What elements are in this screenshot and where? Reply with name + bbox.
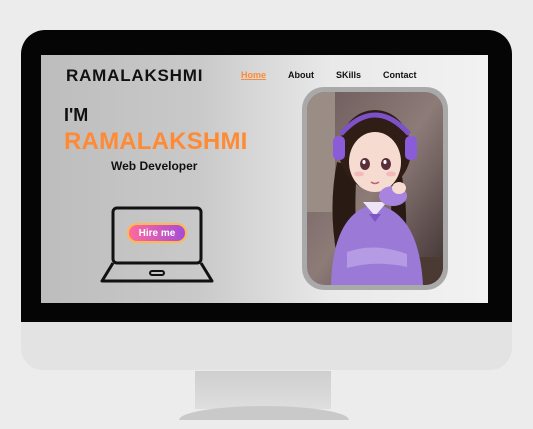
hero-name: RAMALAKSHMI <box>64 128 248 155</box>
laptop-icon <box>100 206 214 283</box>
profile-photo <box>307 92 443 285</box>
site-brand[interactable]: RAMALAKSHMI <box>66 66 203 86</box>
hero-intro: I'M <box>64 105 89 125</box>
main-nav: Home About SKills Contact <box>241 70 439 80</box>
anime-girl-illustration <box>307 92 443 285</box>
profile-photo-frame <box>302 87 448 290</box>
monitor-stand <box>195 371 331 409</box>
hero-role: Web Developer <box>111 159 198 173</box>
nav-home[interactable]: Home <box>241 70 266 80</box>
hire-me-button[interactable]: Hire me <box>127 223 187 243</box>
website-screen: RAMALAKSHMI Home About SKills Contact I'… <box>41 55 488 303</box>
monitor-chin <box>21 322 512 370</box>
nav-contact[interactable]: Contact <box>383 70 417 80</box>
nav-skills[interactable]: SKills <box>336 70 361 80</box>
nav-about[interactable]: About <box>288 70 314 80</box>
